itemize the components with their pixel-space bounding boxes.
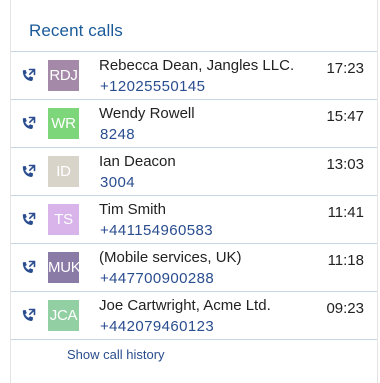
call-time: 13:03: [326, 156, 364, 173]
call-time: 09:23: [326, 300, 364, 317]
outgoing-call-icon: [22, 260, 36, 274]
call-row[interactable]: JCA Joe Cartwright, Acme Ltd. +442079460…: [11, 292, 377, 340]
avatar: WR: [48, 108, 79, 139]
call-time: 15:47: [326, 108, 364, 125]
outgoing-call-icon: [22, 68, 36, 82]
phone-number[interactable]: +442079460123: [100, 318, 214, 335]
outgoing-call-icon: [22, 164, 36, 178]
avatar: TS: [48, 204, 79, 235]
avatar: ID: [48, 156, 79, 187]
contact-name: Joe Cartwright, Acme Ltd.: [99, 297, 271, 314]
outgoing-call-icon: [22, 308, 36, 322]
avatar: RDJ: [48, 60, 79, 91]
call-row[interactable]: TS Tim Smith +441154960583 11:41: [11, 196, 377, 244]
outgoing-call-icon: [22, 116, 36, 130]
call-row[interactable]: MUK (Mobile services, UK) +447700900288 …: [11, 244, 377, 292]
phone-number[interactable]: +447700900288: [100, 270, 214, 287]
contact-name: (Mobile services, UK): [99, 249, 242, 266]
avatar: JCA: [48, 300, 79, 331]
panel-title: Recent calls: [29, 21, 123, 40]
call-row[interactable]: ID Ian Deacon 3004 13:03: [11, 148, 377, 196]
recent-calls-panel: Recent calls RDJ Rebecca Dean, Jangles L…: [10, 0, 378, 383]
phone-number[interactable]: 3004: [100, 174, 135, 191]
show-call-history-link[interactable]: Show call history: [67, 347, 165, 362]
phone-number[interactable]: +12025550145: [100, 78, 205, 95]
recent-calls-list: RDJ Rebecca Dean, Jangles LLC. +12025550…: [11, 51, 377, 340]
call-time: 11:18: [327, 252, 364, 269]
call-row[interactable]: WR Wendy Rowell 8248 15:47: [11, 100, 377, 148]
contact-name: Wendy Rowell: [99, 105, 195, 122]
phone-number[interactable]: +441154960583: [100, 222, 213, 239]
contact-name: Ian Deacon: [99, 153, 176, 170]
outgoing-call-icon: [22, 212, 36, 226]
contact-name: Tim Smith: [99, 201, 166, 218]
call-time: 17:23: [326, 60, 364, 77]
phone-number[interactable]: 8248: [100, 126, 135, 143]
avatar: MUK: [48, 252, 79, 283]
call-time: 11:41: [327, 204, 364, 221]
call-row[interactable]: RDJ Rebecca Dean, Jangles LLC. +12025550…: [11, 52, 377, 100]
contact-name: Rebecca Dean, Jangles LLC.: [99, 57, 295, 74]
